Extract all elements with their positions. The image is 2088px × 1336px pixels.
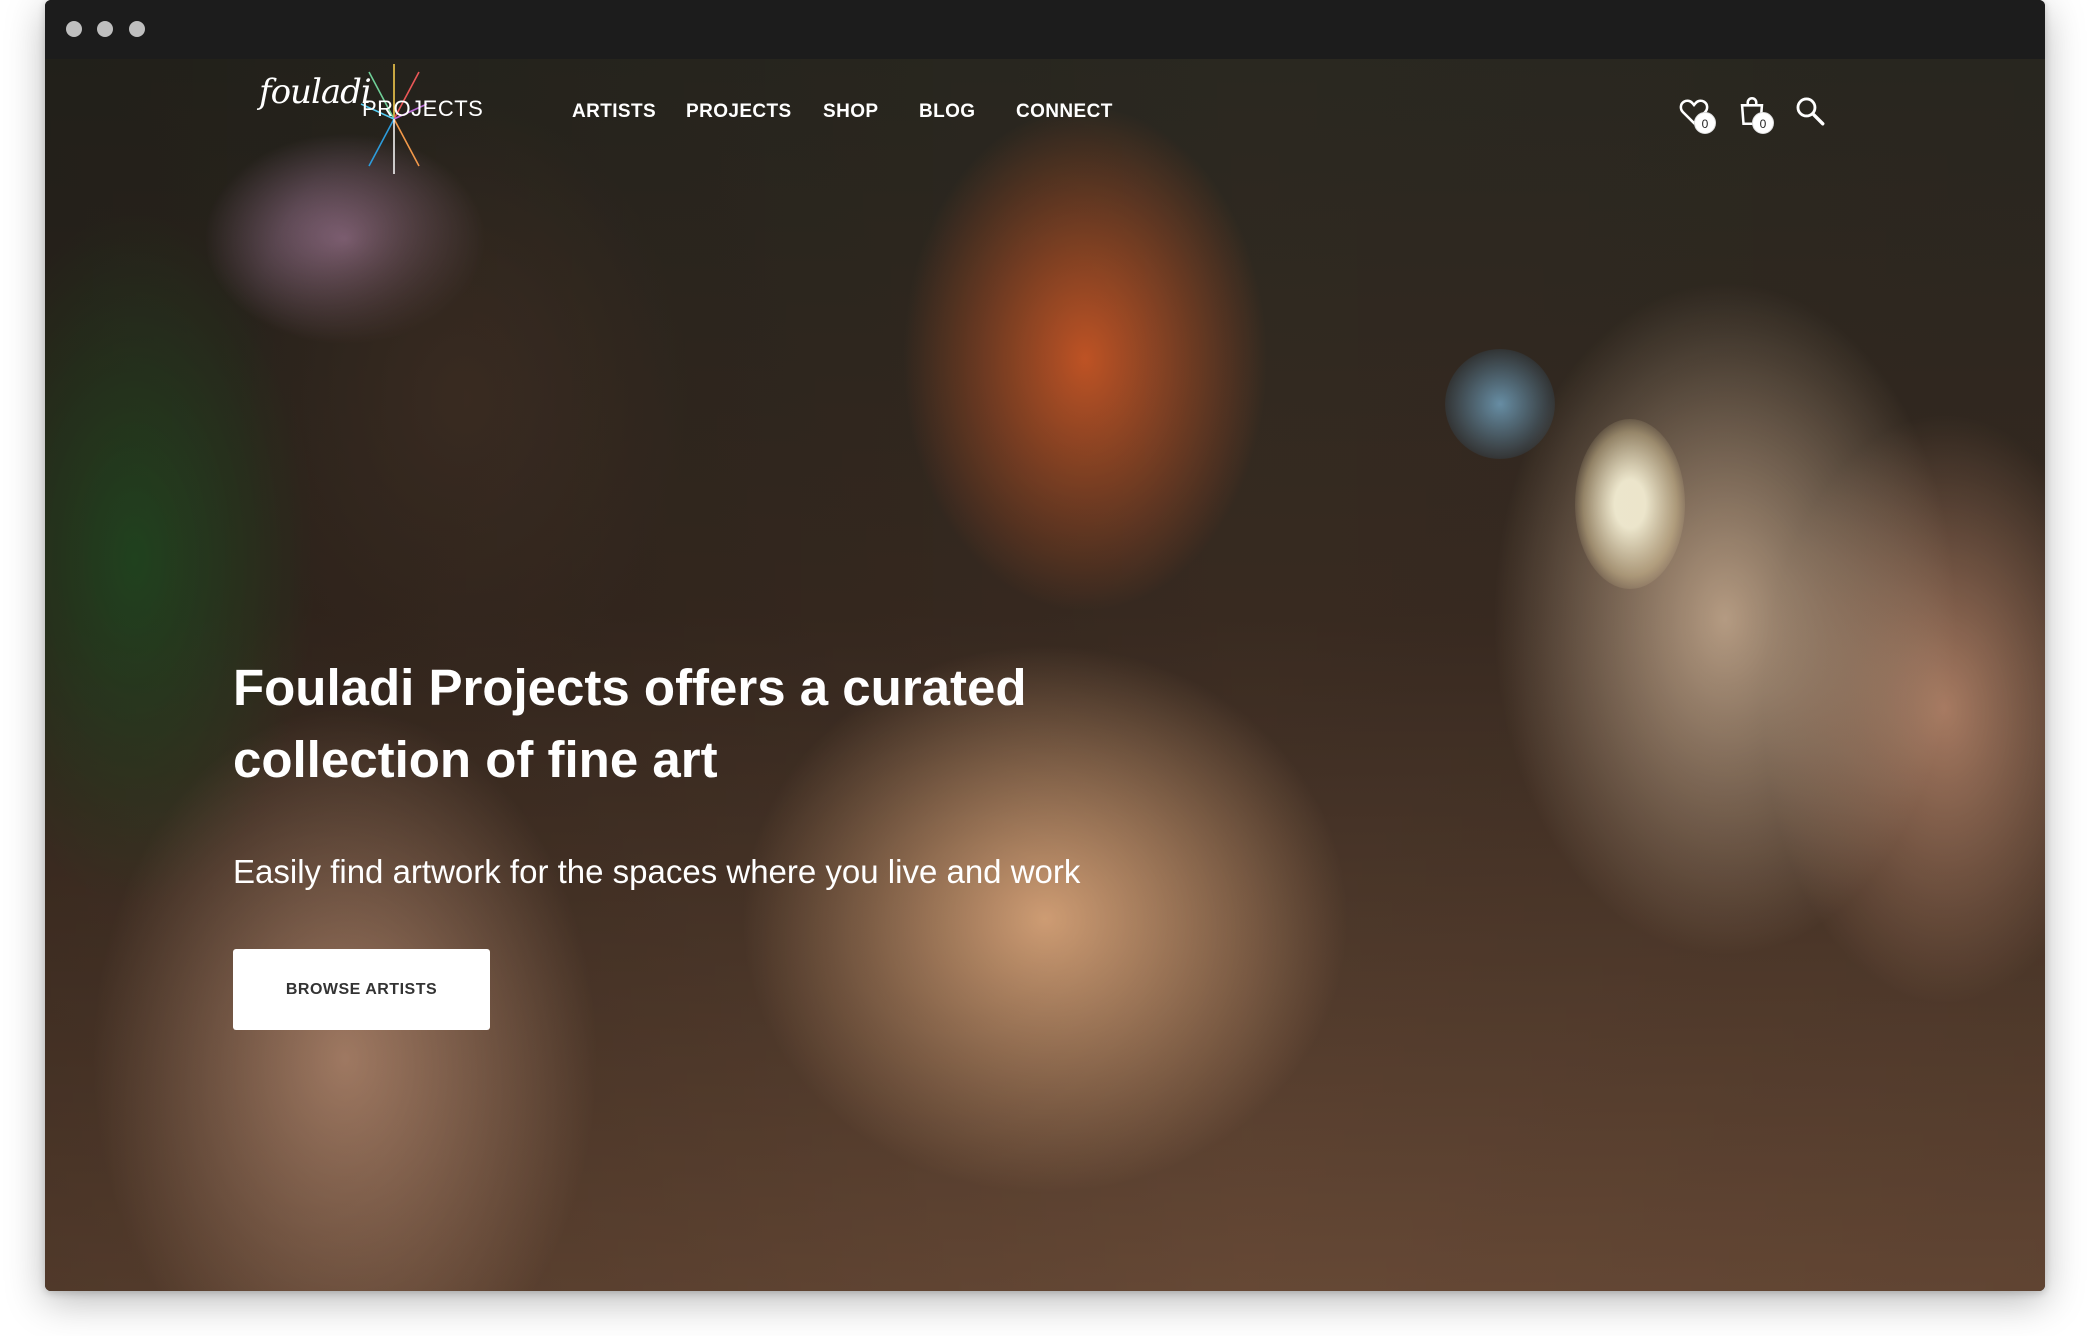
cart-button[interactable]: 0 (1735, 94, 1775, 134)
nav-item-shop[interactable]: SHOP (823, 101, 878, 123)
site-logo[interactable]: fouladi PROJECTS (259, 64, 489, 176)
hero-subheadline: Easily find artwork for the spaces where… (233, 853, 1081, 890)
search-button[interactable] (1793, 94, 1833, 134)
wishlist-count-badge: 0 (1694, 112, 1716, 134)
search-icon (1796, 97, 1825, 126)
hero-headline: Fouladi Projects offers a curated collec… (233, 652, 1133, 796)
nav-item-projects[interactable]: PROJECTS (686, 101, 792, 123)
wishlist-button[interactable]: 0 (1677, 94, 1717, 134)
window-minimize-dot[interactable] (97, 21, 113, 37)
window-close-dot[interactable] (66, 21, 82, 37)
logo-script-text: fouladi (259, 72, 372, 112)
cart-count-badge: 0 (1752, 112, 1774, 134)
window-titlebar (45, 0, 2045, 59)
hero-headline-line1: Fouladi Projects offers a curated (233, 659, 1027, 716)
browse-artists-button[interactable]: BROWSE ARTISTS (233, 949, 490, 1030)
nav-item-artists[interactable]: ARTISTS (572, 101, 656, 123)
nav-item-blog[interactable]: BLOG (919, 101, 976, 123)
nav-item-connect[interactable]: CONNECT (1016, 101, 1113, 123)
hero-headline-line2: collection of fine art (233, 731, 718, 788)
browser-window: fouladi PROJECTS ARTISTS PROJECTS SHOP B… (45, 0, 2045, 1291)
logo-caps-text: PROJECTS (362, 96, 484, 121)
window-maximize-dot[interactable] (129, 21, 145, 37)
